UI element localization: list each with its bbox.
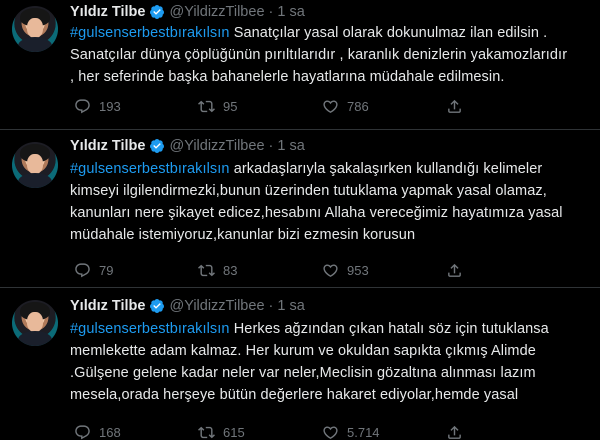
like-button[interactable]: 953 bbox=[322, 260, 369, 280]
tweet-line-text: Sanatçılar dünya çöplüğünün pırıltılarıd… bbox=[70, 47, 568, 63]
retweet-button[interactable]: 83 bbox=[198, 260, 237, 280]
like-button[interactable]: 786 bbox=[322, 96, 369, 116]
retweet-count: 83 bbox=[223, 262, 238, 278]
tweet[interactable]: Yıldız Tilbe @YildizzTilbee · 1 sa #guls… bbox=[0, 0, 600, 130]
share-button[interactable] bbox=[446, 260, 471, 280]
like-count: 5.714 bbox=[347, 424, 380, 440]
tweet-line: memlekette adam kalmaz. Her kurum ve oku… bbox=[70, 340, 590, 362]
tweet-line: kanunları nere şikayet edicez,hesabını A… bbox=[70, 202, 590, 224]
tweet-line: #gulsenserbestbırakılsın Herkes ağzından… bbox=[70, 318, 590, 340]
retweet-count: 615 bbox=[223, 424, 245, 440]
display-name[interactable]: Yıldız Tilbe bbox=[70, 298, 145, 314]
tweet-line: mesela,orada herşeye bütün değerlere hak… bbox=[70, 384, 590, 406]
reply-count: 193 bbox=[99, 98, 121, 114]
tweet-header: Yıldız Tilbe @YildizzTilbee · 1 sa bbox=[70, 136, 305, 156]
reply-button[interactable]: 193 bbox=[74, 96, 121, 116]
tweet-text: #gulsenserbestbırakılsın arkadaşlarıyla … bbox=[70, 158, 590, 246]
share-icon bbox=[448, 99, 461, 113]
retweet-icon bbox=[198, 264, 215, 276]
tweet-header: Yıldız Tilbe @YildizzTilbee · 1 sa bbox=[70, 2, 305, 22]
reply-button[interactable]: 7​9 bbox=[74, 260, 113, 280]
user-handle[interactable]: @YildizzTilbee bbox=[169, 298, 264, 314]
tweet-header: Yıldız Tilbe @YildizzTilbee · 1 sa bbox=[70, 296, 305, 316]
heart-icon bbox=[323, 263, 338, 277]
tweet-line: #gulsenserbestbırakılsın arkadaşlarıyla … bbox=[70, 158, 590, 180]
separator-dot: · bbox=[268, 138, 274, 154]
timestamp[interactable]: 1 sa bbox=[277, 138, 304, 154]
share-button[interactable] bbox=[446, 96, 471, 116]
timestamp[interactable]: 1 sa bbox=[277, 4, 304, 20]
separator-dot: · bbox=[268, 298, 274, 314]
verified-badge-icon bbox=[149, 138, 165, 154]
hashtag-link[interactable]: #gulsenserbestbırakılsın bbox=[70, 321, 230, 337]
tweet-line: Sanatçılar dünya çöplüğünün pırıltılarıd… bbox=[70, 44, 590, 66]
tweet-line-text: kanunları nere şikayet edicez,hesabını A… bbox=[70, 205, 563, 221]
reply-icon bbox=[75, 98, 90, 113]
retweet-icon bbox=[198, 426, 215, 438]
retweet-button[interactable]: 615 bbox=[198, 422, 245, 440]
user-handle[interactable]: @YildizzTilbee bbox=[169, 4, 264, 20]
display-name[interactable]: Yıldız Tilbe bbox=[70, 138, 145, 154]
tweet-line-text: memlekette adam kalmaz. Her kurum ve oku… bbox=[70, 343, 536, 359]
reply-button[interactable]: 168 bbox=[74, 422, 121, 440]
avatar[interactable] bbox=[12, 300, 58, 346]
like-count: 786 bbox=[347, 98, 369, 114]
verified-badge-icon bbox=[149, 4, 165, 20]
share-button[interactable] bbox=[446, 422, 471, 440]
tweet[interactable]: Yıldız Tilbe @YildizzTilbee · 1 sa #guls… bbox=[0, 288, 600, 440]
retweet-button[interactable]: 95 bbox=[198, 96, 237, 116]
tweet-line-text: kimseyi ilgilendirmezki,bunun üzerinden … bbox=[70, 183, 547, 199]
tweet-line: , her seferinde başka bahanelerle hayatl… bbox=[70, 66, 590, 88]
reply-count: 7​9 bbox=[99, 262, 114, 278]
tweet-line-text: müdahale istemiyoruz,kanunlar bizi ezmes… bbox=[70, 227, 416, 243]
hashtag-link[interactable]: #gulsenserbestbırakılsın bbox=[70, 161, 230, 177]
timestamp[interactable]: 1 sa bbox=[277, 298, 304, 314]
hashtag-link[interactable]: #gulsenserbestbırakılsın bbox=[70, 25, 230, 41]
avatar[interactable] bbox=[12, 142, 58, 188]
like-button[interactable]: 5.714 bbox=[322, 422, 380, 440]
timeline: Yıldız Tilbe @YildizzTilbee · 1 sa #guls… bbox=[0, 0, 600, 440]
tweet-line-text: , her seferinde başka bahanelerle hayatl… bbox=[70, 69, 505, 85]
tweet-line: kimseyi ilgilendirmezki,bunun üzerinden … bbox=[70, 180, 590, 202]
tweet-text: #gulsenserbestbırakılsın Herkes ağzından… bbox=[70, 318, 590, 406]
retweet-count: 95 bbox=[223, 98, 238, 114]
reply-icon bbox=[75, 262, 90, 277]
tweet-actions: 168 615 5.714 bbox=[70, 422, 530, 440]
display-name[interactable]: Yıldız Tilbe bbox=[70, 4, 145, 20]
heart-icon bbox=[323, 99, 338, 113]
heart-icon bbox=[323, 425, 338, 439]
separator-dot: · bbox=[268, 4, 274, 20]
reply-icon bbox=[75, 424, 90, 439]
share-icon bbox=[448, 425, 461, 439]
tweet-text: #gulsenserbestbırakılsın Sanatçılar yasa… bbox=[70, 22, 590, 88]
tweet-actions: 193 95 786 bbox=[70, 96, 530, 116]
reply-count: 168 bbox=[99, 424, 121, 440]
share-icon bbox=[448, 263, 461, 277]
tweet[interactable]: Yıldız Tilbe @YildizzTilbee · 1 sa #guls… bbox=[0, 130, 600, 288]
avatar[interactable] bbox=[12, 6, 58, 52]
user-handle[interactable]: @YildizzTilbee bbox=[169, 138, 264, 154]
tweet-line: .Gülşene gelene kadar neler var neler,Me… bbox=[70, 362, 590, 384]
tweet-line-text: Sanatçılar yasal olarak dokunulmaz ilan … bbox=[229, 25, 548, 41]
tweet-line: #gulsenserbestbırakılsın Sanatçılar yasa… bbox=[70, 22, 590, 44]
tweet-line-text: mesela,orada herşeye bütün değerlere hak… bbox=[70, 387, 519, 403]
tweet-line: müdahale istemiyoruz,kanunlar bizi ezmes… bbox=[70, 224, 590, 246]
tweet-line-text: Herkes ağzından çıkan hatalı söz için tu… bbox=[229, 321, 549, 337]
tweet-line-text: .Gülşene gelene kadar neler var neler,Me… bbox=[70, 365, 536, 381]
tweet-line-text: arkadaşlarıyla şakalaşırken kullandığı k… bbox=[229, 161, 543, 177]
like-count: 953 bbox=[347, 262, 369, 278]
retweet-icon bbox=[198, 100, 215, 112]
verified-badge-icon bbox=[149, 298, 165, 314]
tweet-actions: 7​9 83 953 bbox=[70, 260, 530, 280]
